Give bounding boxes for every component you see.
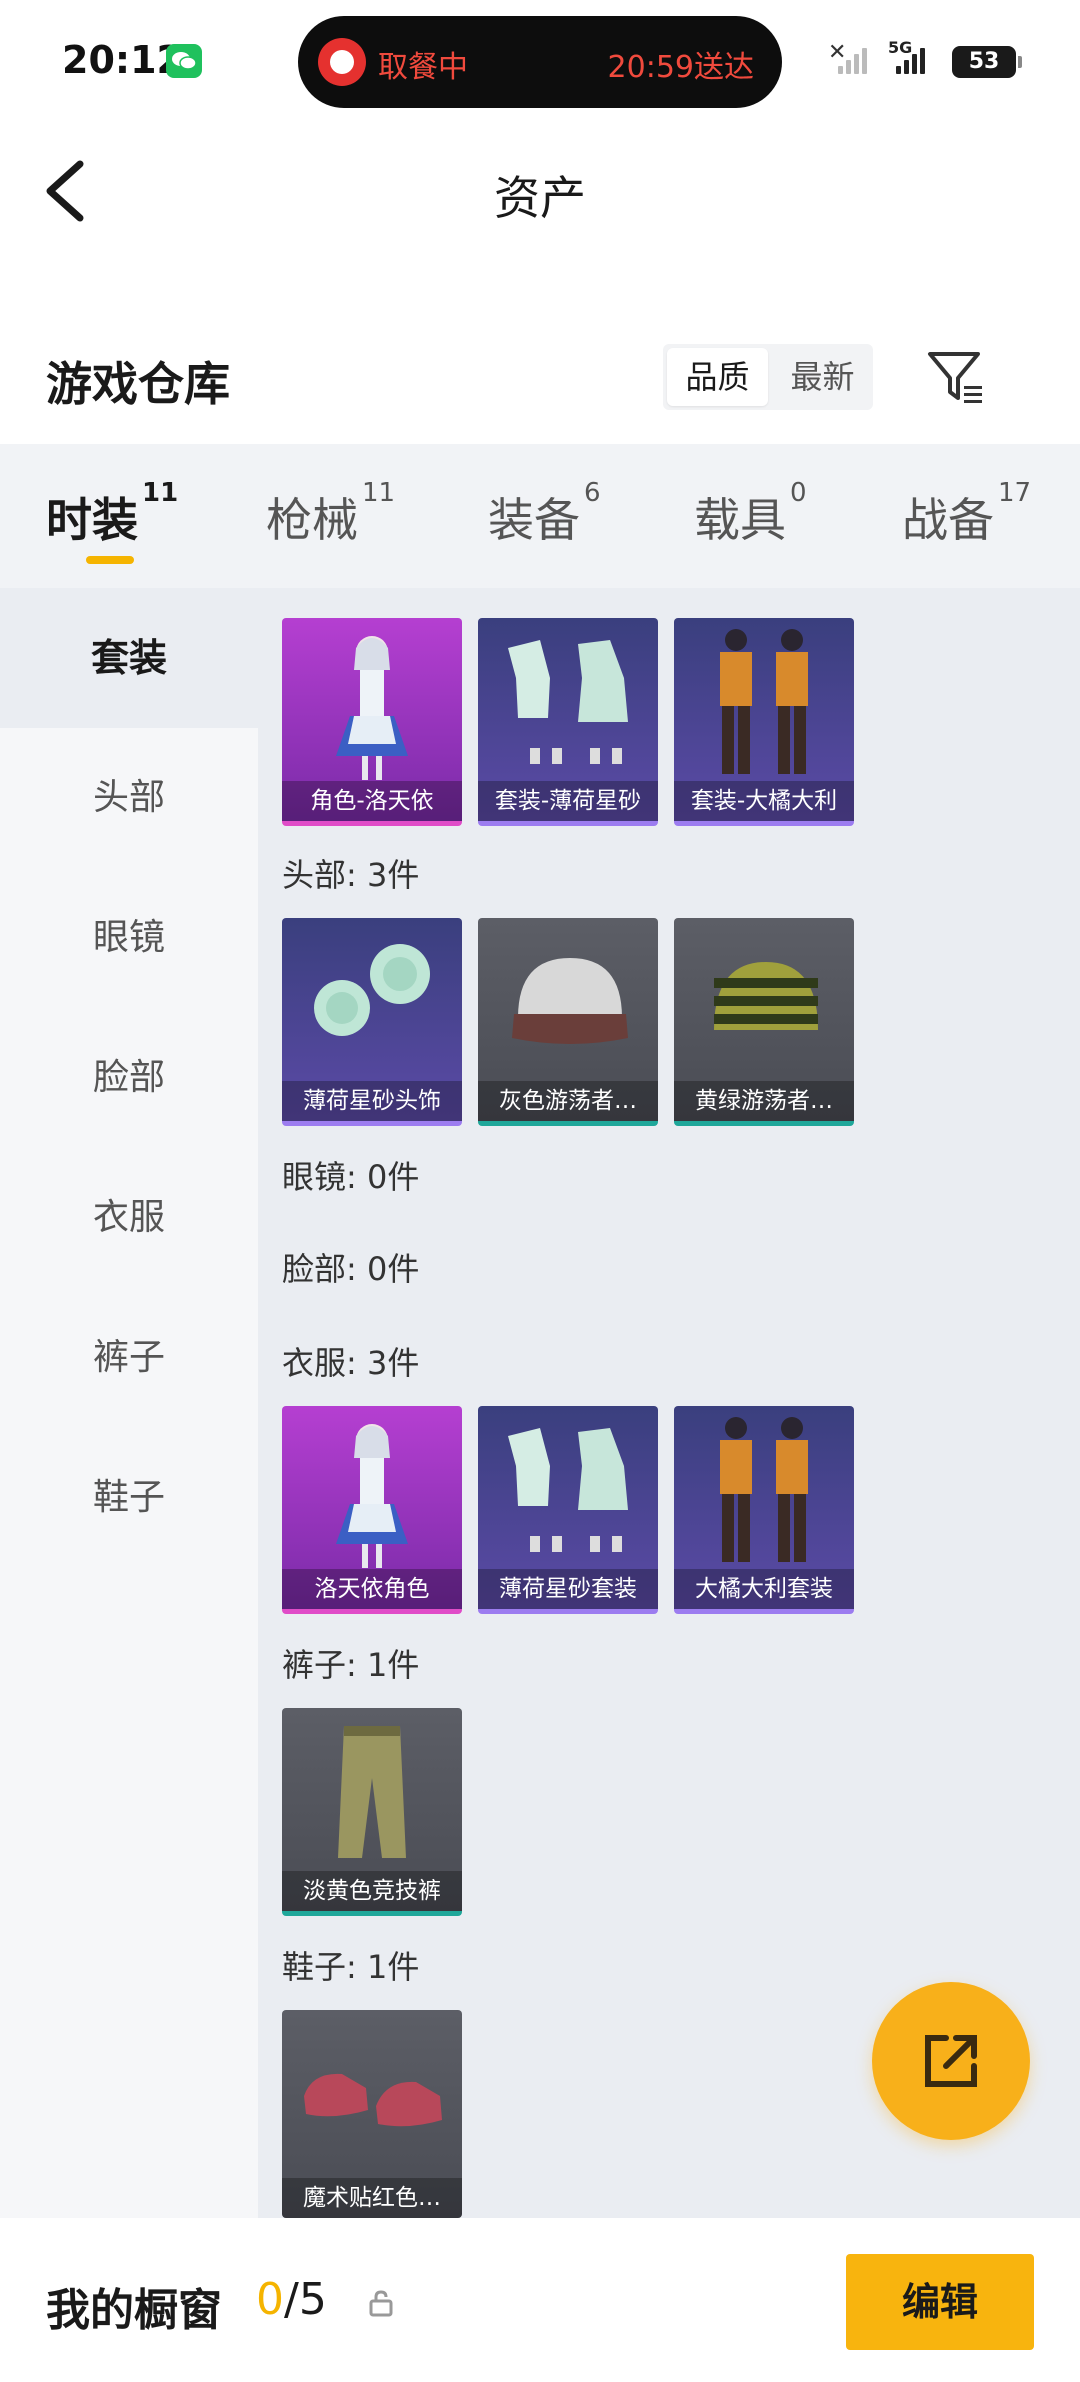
striped-beanie-icon — [714, 962, 818, 1030]
sidebar-item-suit[interactable]: 套装 — [0, 588, 258, 728]
section-title: 游戏仓库 — [46, 357, 230, 411]
outfit-set-icon — [508, 1428, 628, 1552]
item-card[interactable]: 灰色游荡者… — [478, 918, 658, 1126]
character-figure-icon — [336, 1424, 408, 1568]
item-card[interactable]: 魔术贴红色… — [282, 2010, 462, 2218]
edit-button[interactable]: 编辑 — [846, 2254, 1034, 2350]
tab-vehicles[interactable]: 载具 0 — [694, 478, 807, 550]
showcase-bar: 我的橱窗 0/5 编辑 — [0, 2218, 1080, 2382]
item-card[interactable]: 薄荷星砂头饰 — [282, 918, 462, 1126]
sidebar-item-clothes[interactable]: 衣服 — [0, 1148, 258, 1288]
item-name: 薄荷星砂套装 — [478, 1569, 658, 1609]
group-title-face: 脸部: 0件 — [282, 1250, 420, 1288]
filter-icon[interactable] — [924, 346, 988, 410]
group-title-pants: 裤子: 1件 — [282, 1646, 420, 1684]
armor-set-icon — [720, 629, 808, 774]
subcategory-sidebar: 套装 头部 眼镜 脸部 衣服 裤子 鞋子 — [0, 588, 258, 2218]
item-card[interactable]: 套装-薄荷星砂 — [478, 618, 658, 826]
sidebar-item-glasses[interactable]: 眼镜 — [0, 868, 258, 1008]
item-card[interactable]: 黄绿游荡者… — [674, 918, 854, 1126]
group-title-shoes: 鞋子: 1件 — [282, 1948, 420, 1986]
battery-icon: 53 — [952, 46, 1022, 78]
item-card[interactable]: 套装-大橘大利 — [674, 618, 854, 826]
sidebar-item-face[interactable]: 脸部 — [0, 1008, 258, 1148]
group-title-head: 头部: 3件 — [282, 856, 420, 894]
island-eta-text: 20:59送达 — [607, 50, 754, 85]
shoes-icon — [304, 2073, 442, 2127]
section-header: 游戏仓库 品质 最新 — [0, 320, 1080, 440]
showcase-label: 我的橱窗 — [46, 2285, 222, 2336]
group-title-clothes: 衣服: 3件 — [282, 1344, 420, 1382]
item-name: 灰色游荡者… — [478, 1081, 658, 1121]
status-time: 20:12 — [62, 38, 183, 82]
island-status-text: 取餐中 — [378, 50, 468, 85]
item-card[interactable]: 角色-洛天依 — [282, 618, 462, 826]
tab-fashion[interactable]: 时装 11 — [46, 478, 178, 550]
item-name: 魔术贴红色… — [282, 2178, 462, 2218]
sidebar-item-pants[interactable]: 裤子 — [0, 1288, 258, 1428]
outfit-set-icon — [508, 640, 628, 764]
item-grid: 角色-洛天依 套装-薄荷星砂 套装-大橘大利 头部: 3件 薄荷星砂头饰 灰色游… — [258, 588, 1080, 2218]
sidebar-item-head[interactable]: 头部 — [0, 728, 258, 868]
item-name: 套装-大橘大利 — [674, 781, 854, 821]
page-title: 资产 — [494, 171, 586, 225]
sort-toggle: 品质 最新 — [663, 344, 873, 410]
beanie-icon — [512, 958, 628, 1044]
armor-set-icon — [720, 1417, 808, 1562]
sort-option-newest[interactable]: 最新 — [772, 344, 873, 410]
tab-equipment[interactable]: 装备 6 — [488, 478, 601, 550]
item-name: 角色-洛天依 — [282, 781, 462, 821]
item-name: 大橘大利套装 — [674, 1569, 854, 1609]
sort-option-quality[interactable]: 品质 — [667, 348, 768, 406]
active-tab-indicator — [86, 556, 134, 564]
signal-icon-sim1 — [838, 44, 867, 74]
item-name: 洛天依角色 — [282, 1569, 462, 1609]
character-figure-icon — [336, 636, 408, 780]
item-name: 淡黄色竞技裤 — [282, 1871, 462, 1911]
wechat-icon — [166, 44, 202, 78]
item-name: 套装-薄荷星砂 — [478, 781, 658, 821]
item-card[interactable]: 大橘大利套装 — [674, 1406, 854, 1614]
share-button[interactable] — [872, 1982, 1030, 2140]
dynamic-island[interactable]: 取餐中 20:59送达 — [298, 16, 782, 108]
item-card[interactable]: 淡黄色竞技裤 — [282, 1708, 462, 1916]
tab-guns[interactable]: 枪械 11 — [266, 478, 395, 550]
delivery-app-icon — [318, 38, 366, 86]
group-title-glasses: 眼镜: 0件 — [282, 1158, 420, 1196]
tab-supplies[interactable]: 战备 17 — [902, 478, 1031, 550]
hair-accessory-icon — [314, 944, 430, 1036]
nav-header: 资产 — [0, 120, 1080, 260]
item-card[interactable]: 薄荷星砂套装 — [478, 1406, 658, 1614]
lock-icon — [366, 2288, 396, 2318]
sidebar-item-shoes[interactable]: 鞋子 — [0, 1428, 258, 1568]
item-name: 薄荷星砂头饰 — [282, 1081, 462, 1121]
item-name: 黄绿游荡者… — [674, 1081, 854, 1121]
signal-icon-sim2 — [896, 44, 925, 74]
share-icon — [925, 2035, 977, 2087]
status-bar: 20:12 取餐中 20:59送达 ✕ 5G 53 — [0, 0, 1080, 120]
category-tabs: 时装 11 枪械 11 装备 6 载具 0 战备 17 — [0, 444, 1080, 588]
showcase-count: 0/5 — [256, 2274, 327, 2325]
item-card[interactable]: 洛天依角色 — [282, 1406, 462, 1614]
pants-icon — [338, 1726, 406, 1858]
